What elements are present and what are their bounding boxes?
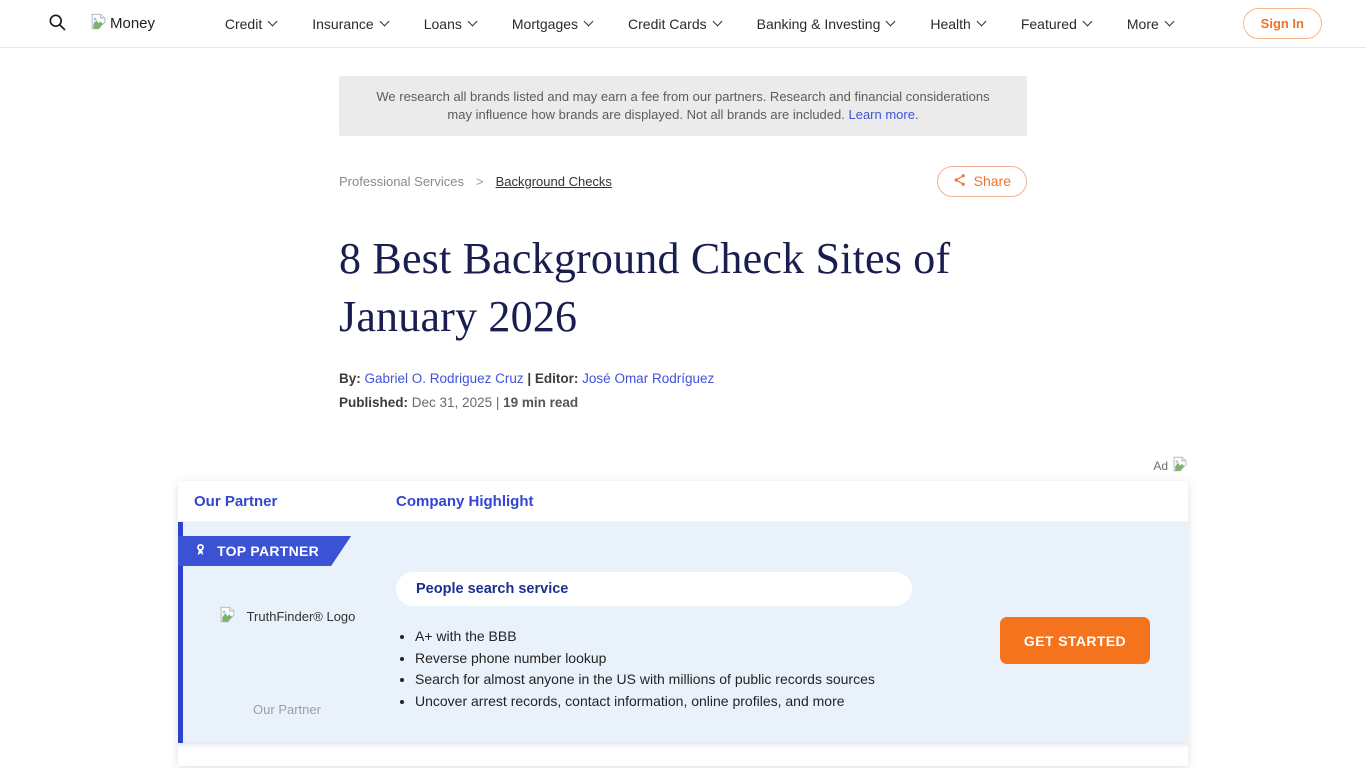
broken-image-icon: [219, 606, 236, 626]
our-partner-caption: Our Partner: [178, 702, 396, 717]
chevron-down-icon: [886, 17, 896, 27]
author-link[interactable]: Gabriel O. Rodriguez Cruz: [365, 371, 524, 386]
nav-item-banking-investing[interactable]: Banking & Investing: [757, 16, 895, 32]
share-label: Share: [974, 173, 1011, 189]
sign-in-button[interactable]: Sign In: [1243, 8, 1322, 39]
breadcrumb-separator: >: [476, 174, 484, 189]
next-partner-row-partial: [178, 743, 1188, 766]
article-column: We research all brands listed and may ea…: [339, 76, 1027, 410]
breadcrumb-row: Professional Services > Background Check…: [339, 165, 1027, 197]
partner-logo[interactable]: TruthFinder® Logo: [178, 606, 396, 626]
nav-item-health[interactable]: Health: [930, 16, 984, 32]
chevron-down-icon: [268, 17, 278, 27]
highlight-bullet-list: A+ with the BBB Reverse phone number loo…: [396, 629, 912, 708]
partner-table-section: Ad Our Partner Company Highlight: [178, 457, 1188, 766]
medal-icon: [193, 542, 208, 560]
editor-link[interactable]: José Omar Rodríguez: [582, 371, 714, 386]
chevron-down-icon: [712, 17, 722, 27]
published-label: Published:: [339, 395, 408, 410]
ad-label: Ad: [1153, 459, 1168, 473]
advertiser-disclosure: We research all brands listed and may ea…: [339, 76, 1027, 136]
highlight-bullet: Uncover arrest records, contact informat…: [415, 694, 912, 709]
broken-image-icon: [90, 13, 107, 34]
highlight-tag: People search service: [396, 572, 912, 606]
byline: By: Gabriel O. Rodriguez Cruz | Editor: …: [339, 371, 1027, 386]
partner-comparison-card: Our Partner Company Highlight TOP PARTNE…: [178, 481, 1188, 766]
chevron-down-icon: [584, 17, 594, 27]
byline-separator: |: [527, 371, 531, 386]
published-line: Published: Dec 31, 2025 | 19 min read: [339, 395, 1027, 410]
breadcrumb: Professional Services > Background Check…: [339, 174, 612, 189]
highlight-bullet: Search for almost anyone in the US with …: [415, 672, 912, 687]
partner-logo-alt-text: TruthFinder® Logo: [247, 609, 356, 624]
cta-column: GET STARTED: [962, 572, 1188, 743]
nav-item-more[interactable]: More: [1127, 16, 1173, 32]
ad-broken-image-icon[interactable]: [1172, 456, 1188, 475]
chevron-down-icon: [467, 17, 477, 27]
nav-item-credit-cards[interactable]: Credit Cards: [628, 16, 721, 32]
page-title: 8 Best Background Check Sites of January…: [339, 230, 1027, 346]
chevron-down-icon: [379, 17, 389, 27]
partner-logo-column: TruthFinder® Logo Our Partner: [178, 572, 396, 743]
nav-item-insurance[interactable]: Insurance: [312, 16, 387, 32]
published-date: Dec 31, 2025: [412, 395, 492, 410]
share-icon: [953, 173, 967, 190]
logo-alt-text: Money: [110, 15, 155, 32]
nav-item-loans[interactable]: Loans: [424, 16, 476, 32]
highlight-bullet: A+ with the BBB: [415, 629, 912, 644]
get-started-button[interactable]: GET STARTED: [1000, 617, 1150, 664]
breadcrumb-parent-link[interactable]: Professional Services: [339, 174, 464, 189]
editor-label: Editor:: [535, 371, 579, 386]
main-menu: Credit Insurance Loans Mortgages Credit …: [155, 16, 1243, 32]
published-separator: |: [496, 395, 500, 410]
search-icon: [47, 12, 67, 35]
chevron-down-icon: [1164, 17, 1174, 27]
ad-label-row: Ad: [178, 457, 1188, 474]
breadcrumb-current-link[interactable]: Background Checks: [496, 174, 612, 189]
company-highlight-column: People search service A+ with the BBB Re…: [396, 572, 962, 743]
top-partner-label: TOP PARTNER: [217, 543, 319, 559]
money-logo[interactable]: Money: [90, 13, 155, 34]
company-highlight-column-header: Company Highlight: [396, 493, 534, 510]
highlight-bullet: Reverse phone number lookup: [415, 651, 912, 666]
top-partner-row: TOP PARTNER TruthFinder® Log: [178, 521, 1188, 743]
learn-more-link[interactable]: Learn more: [848, 107, 914, 122]
share-button[interactable]: Share: [937, 166, 1027, 197]
chevron-down-icon: [1082, 17, 1092, 27]
our-partner-column-header: Our Partner: [178, 493, 396, 510]
nav-item-mortgages[interactable]: Mortgages: [512, 16, 592, 32]
by-label: By:: [339, 371, 361, 386]
top-partner-badge: TOP PARTNER: [178, 536, 351, 566]
top-navigation: Money Credit Insurance Loans Mortgages C…: [0, 0, 1366, 48]
nav-item-credit[interactable]: Credit: [225, 16, 276, 32]
chevron-down-icon: [976, 17, 986, 27]
card-header-row: Our Partner Company Highlight: [178, 481, 1188, 521]
nav-item-featured[interactable]: Featured: [1021, 16, 1091, 32]
read-time: 19 min read: [503, 395, 578, 410]
search-button[interactable]: [44, 11, 70, 37]
